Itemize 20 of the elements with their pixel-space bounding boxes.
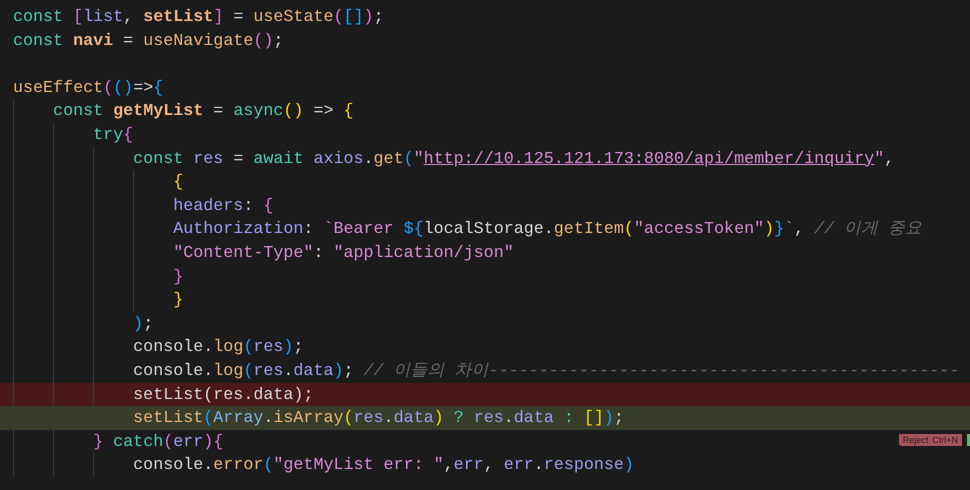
reject-button[interactable]: Reject Ctrl+N [898,434,962,446]
code-line: console.error("getMyList err: ",err, err.response) [132,455,634,478]
code-line: const navi = useNavigate(); [13,30,284,53]
code-line: setList(res.data); [132,384,314,406]
code-line: setList(Array.isArray(res.data) ? res.data : []); [132,408,624,430]
code-line: try{ [92,124,134,147]
code-line: Authorization: `Bearer ${localStorage.getItem("accessToken")}`, // 이게 중요 [172,219,922,242]
code-line: const [list, setList] = useState([]); [13,7,384,29]
code-line: } [172,290,184,312]
code-line: "Content-Type": "application/json" [172,242,514,265]
code-line: useEffect(()=>{ [13,78,164,100]
code-line: const getMyList = async() => { [52,101,354,124]
code-line: headers: { [172,196,274,218]
code-line: { [172,172,184,194]
code-line: const res = await axios.get("http://10.125.121.173:8080/api/member/inquiry", [132,148,894,171]
code-line: console.log(res); [132,337,304,360]
code-line: ); [132,314,154,336]
code-line: } catch(err){ [92,432,224,454]
code-line: console.log(res.data); // 이들의 차이----------------------------------------------- [132,360,960,383]
code-line: } [172,266,184,289]
